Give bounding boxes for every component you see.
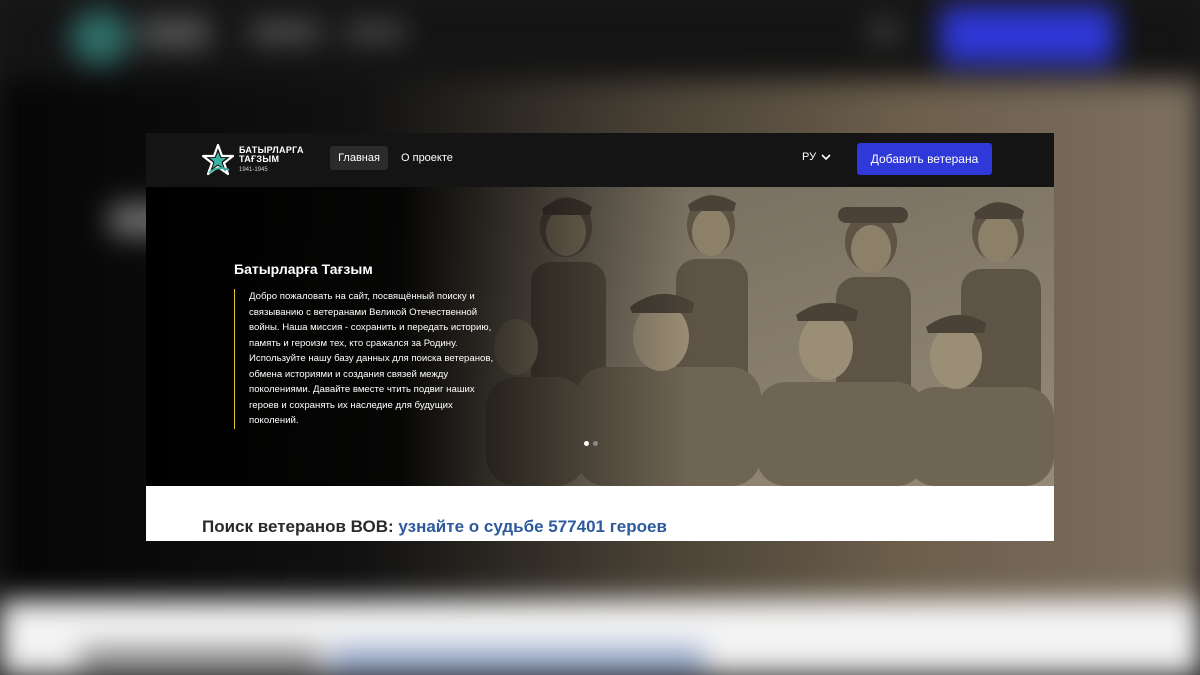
logo-line-2: ТАҒЗЫМ — [239, 153, 280, 164]
bg-nav-link — [250, 24, 320, 40]
logo-years: 1941-1945 — [239, 166, 268, 173]
search-heading-dark: Поиск ветеранов ВОВ: — [202, 517, 394, 536]
bg-logo-text — [140, 18, 210, 48]
carousel-dot-1[interactable] — [584, 441, 589, 446]
bg-button — [940, 6, 1115, 64]
hero-description: Добро пожаловать на сайт, посвящённый по… — [234, 289, 494, 429]
search-heading-blue: узнайте о судьбе 577401 героев — [398, 517, 667, 536]
language-label: РУ — [802, 151, 817, 163]
logo-text: БАТЫРЛАРГА ТАҒЗЫМ 1941-1945 — [239, 145, 304, 175]
bg-nav-link — [345, 24, 405, 40]
language-selector[interactable]: РУ — [802, 151, 832, 163]
carousel-dots — [584, 441, 598, 446]
search-heading: Поиск ветеранов ВОВ: узнайте о судьбе 57… — [202, 517, 667, 537]
website-preview: БАТЫРЛАРГА ТАҒЗЫМ 1941-1945 Главная О пр… — [146, 133, 1054, 541]
add-veteran-button[interactable]: Добавить ветерана — [857, 143, 992, 175]
bg-lang — [870, 24, 900, 38]
nav-about-link[interactable]: О проекте — [401, 146, 453, 170]
hero-title: Батырларға Тағзым — [234, 261, 373, 277]
bg-search-text-blue — [330, 648, 705, 672]
hero-banner: Батырларға Тағзым Добро пожаловать на са… — [146, 187, 1054, 486]
bg-search-text — [80, 648, 320, 672]
carousel-dot-2[interactable] — [593, 441, 598, 446]
nav-home-link[interactable]: Главная — [330, 146, 388, 170]
chevron-down-icon — [821, 154, 831, 161]
star-emblem-icon — [201, 143, 235, 176]
navbar: БАТЫРЛАРГА ТАҒЗЫМ 1941-1945 Главная О пр… — [146, 133, 1054, 187]
site-logo[interactable]: БАТЫРЛАРГА ТАҒЗЫМ 1941-1945 — [201, 143, 321, 177]
bg-logo — [70, 10, 130, 65]
